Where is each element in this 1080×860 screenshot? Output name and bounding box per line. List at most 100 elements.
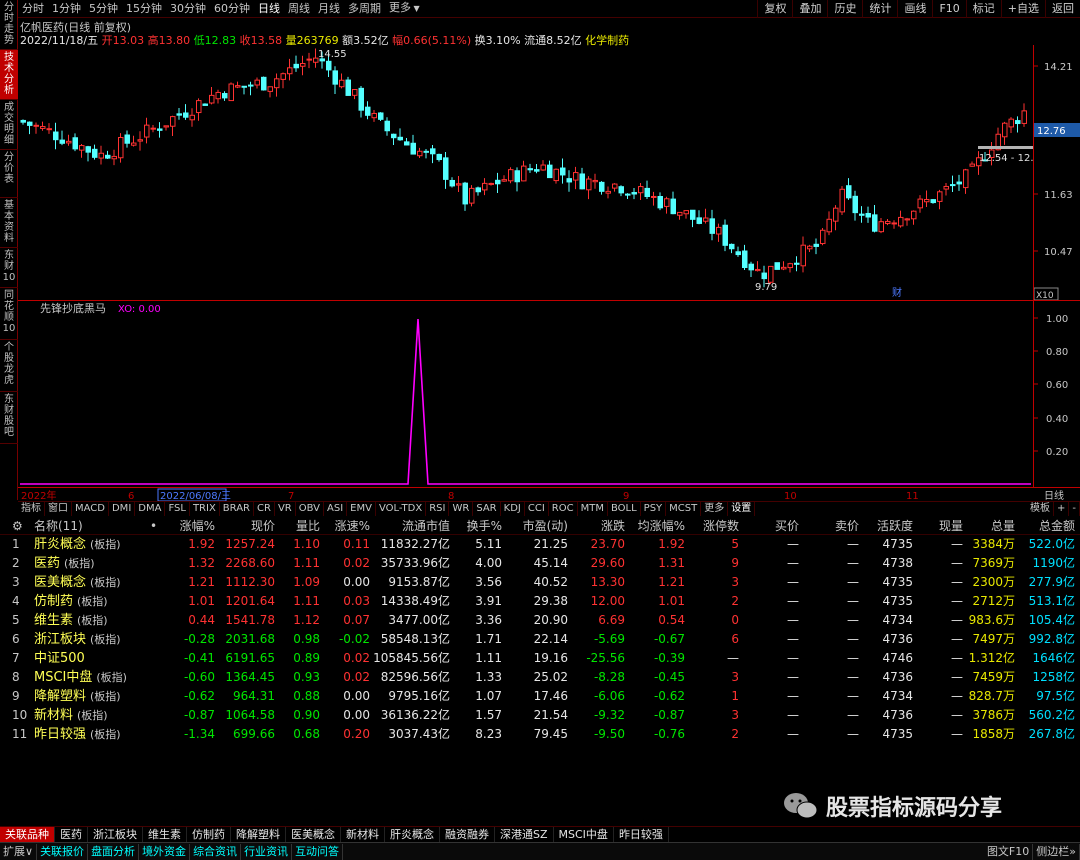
indicator-tab[interactable]: KDJ bbox=[501, 502, 525, 516]
col-speed[interactable]: 涨速% bbox=[320, 517, 370, 534]
indicator-tab[interactable]: DMI bbox=[109, 502, 136, 516]
period-60min[interactable]: 60分钟 bbox=[210, 0, 254, 18]
indicator-tab[interactable]: BRAR bbox=[220, 502, 254, 516]
indicator-tab[interactable]: 指标 bbox=[18, 502, 45, 516]
indicator-tab[interactable]: EMV bbox=[347, 502, 376, 516]
gear-icon[interactable]: ⚙ bbox=[0, 517, 30, 534]
indicator-more[interactable]: 更多 bbox=[701, 502, 729, 516]
sidebar-toggle[interactable]: 侧边栏» bbox=[1033, 843, 1080, 860]
table-row[interactable]: 7 中证500 -0.41 6191.65 0.89 0.02 105845.56亿 1.11… bbox=[0, 649, 1080, 668]
table-row[interactable]: 2 医药 (板指) 1.32 2268.60 1.11 0.02 35733.96亿 4.00 4… bbox=[0, 554, 1080, 573]
col-limit-up[interactable]: 涨停数 bbox=[685, 517, 739, 534]
indicator-tab[interactable]: TRIX bbox=[190, 502, 220, 516]
col-ask[interactable]: 卖价 bbox=[799, 517, 859, 534]
table-row[interactable]: 4 仿制药 (板指) 1.01 1201.64 1.11 0.03 14338.49亿 3.91… bbox=[0, 592, 1080, 611]
indicator-tab[interactable]: PSY bbox=[641, 502, 667, 516]
block-tab[interactable]: 医美概念 bbox=[286, 827, 341, 842]
table-row[interactable]: 1 肝炎概念 (板指) 1.92 1257.24 1.10 0.11 11832.27亿 5.1… bbox=[0, 535, 1080, 554]
history-button[interactable]: 历史 bbox=[827, 0, 862, 18]
add-watchlist-button[interactable]: +自选 bbox=[1000, 0, 1045, 18]
indicator-tab[interactable]: 窗口 bbox=[45, 502, 72, 516]
tab-dragon-tiger[interactable]: 个股龙虎 bbox=[0, 340, 18, 392]
block-tab[interactable]: 新材料 bbox=[341, 827, 385, 842]
row-name[interactable]: 仿制药 (板指) bbox=[30, 592, 170, 611]
period-multi[interactable]: 多周期 bbox=[344, 0, 385, 18]
block-tab[interactable]: 降解塑料 bbox=[231, 827, 286, 842]
col-amount[interactable]: 总金额 bbox=[1015, 517, 1075, 534]
indicator-tab[interactable]: VR bbox=[275, 502, 296, 516]
indicator-tab[interactable]: DMA bbox=[135, 502, 166, 516]
block-tab[interactable]: 浙江板块 bbox=[88, 827, 143, 842]
table-row[interactable]: 5 维生素 (板指) 0.44 1541.78 1.12 0.07 3477.00亿 3.36 2… bbox=[0, 611, 1080, 630]
tab-trade-details[interactable]: 成交明细 bbox=[0, 100, 18, 150]
status-link[interactable]: 综合资讯 bbox=[190, 843, 242, 860]
tab-price-table[interactable]: 分价表 bbox=[0, 150, 18, 198]
row-name[interactable]: 浙江板块 (板指) bbox=[30, 630, 170, 649]
indicator-tab[interactable]: BOLL bbox=[608, 502, 641, 516]
block-tab[interactable]: MSCI中盘 bbox=[554, 827, 614, 842]
overlay-button[interactable]: 叠加 bbox=[792, 0, 827, 18]
block-tab[interactable]: 医药 bbox=[55, 827, 88, 842]
status-link[interactable]: 关联报价 bbox=[37, 843, 89, 860]
indicator-tab[interactable]: MACD bbox=[72, 502, 109, 516]
indicator-tab[interactable]: ROC bbox=[549, 502, 578, 516]
col-mcap[interactable]: 流通市值 bbox=[370, 517, 450, 534]
row-name[interactable]: 肝炎概念 (板指) bbox=[30, 535, 170, 554]
row-name[interactable]: 医美概念 (板指) bbox=[30, 573, 170, 592]
col-turnover[interactable]: 换手% bbox=[450, 517, 502, 534]
col-avg-pct[interactable]: 均涨幅% bbox=[625, 517, 685, 534]
tab-guba[interactable]: 东财股吧 bbox=[0, 392, 18, 444]
row-name[interactable]: 降解塑料 (板指) bbox=[30, 687, 170, 706]
table-row[interactable]: 6 浙江板块 (板指) -0.28 2031.68 0.98 -0.02 58548.13亿 1… bbox=[0, 630, 1080, 649]
block-tab[interactable]: 仿制药 bbox=[187, 827, 231, 842]
f10-button[interactable]: F10 bbox=[932, 0, 965, 18]
table-row[interactable]: 11 昨日较强 (板指) -1.34 699.66 0.68 0.20 3037.43亿 8.2… bbox=[0, 725, 1080, 744]
period-15min[interactable]: 15分钟 bbox=[122, 0, 166, 18]
col-total-vol[interactable]: 总量 bbox=[963, 517, 1015, 534]
mark-button[interactable]: 标记 bbox=[965, 0, 1001, 18]
indicator-tab[interactable]: FSL bbox=[165, 502, 190, 516]
tab-ths10[interactable]: 同花顺10 bbox=[0, 288, 18, 340]
indicator-tab[interactable]: MTM bbox=[578, 502, 608, 516]
period-5min[interactable]: 5分钟 bbox=[85, 0, 122, 18]
period-monthly[interactable]: 月线 bbox=[314, 0, 344, 18]
tab-intraday[interactable]: 分时走势 bbox=[0, 0, 18, 50]
restore-rights-button[interactable]: 复权 bbox=[757, 0, 792, 18]
kline-chart[interactable]: 14.55 9.79 12.54 - 12.6 财 bbox=[18, 45, 1040, 300]
block-tab[interactable]: 肝炎概念 bbox=[385, 827, 440, 842]
col-cur-vol[interactable]: 现量 bbox=[913, 517, 963, 534]
back-button[interactable]: 返回 bbox=[1045, 0, 1080, 18]
stats-button[interactable]: 统计 bbox=[862, 0, 897, 18]
col-chg[interactable]: 涨跌 bbox=[568, 517, 625, 534]
indicator-tab[interactable]: VOL-TDX bbox=[376, 502, 427, 516]
indicator-tab[interactable]: RSI bbox=[426, 502, 450, 516]
block-tab[interactable]: 深港通SZ bbox=[495, 827, 554, 842]
period-30min[interactable]: 30分钟 bbox=[166, 0, 210, 18]
col-activity[interactable]: 活跃度 bbox=[859, 517, 913, 534]
block-tab[interactable]: 昨日较强 bbox=[614, 827, 669, 842]
col-pe[interactable]: 市盈(动) bbox=[502, 517, 568, 534]
col-bid[interactable]: 买价 bbox=[739, 517, 799, 534]
tab-technical-analysis[interactable]: 技术分析 bbox=[0, 50, 18, 100]
add-indicator-button[interactable]: + bbox=[1054, 502, 1070, 516]
col-name[interactable]: 名称(11) bbox=[30, 517, 150, 534]
block-tab[interactable]: 融资融券 bbox=[440, 827, 495, 842]
indicator-tab[interactable]: MCST bbox=[666, 502, 702, 516]
table-row[interactable]: 8 MSCI中盘 (板指) -0.60 1364.45 0.93 0.02 82596.56亿… bbox=[0, 668, 1080, 687]
table-row[interactable]: 10 新材料 (板指) -0.87 1064.58 0.90 0.00 36136.22亿 1.… bbox=[0, 706, 1080, 725]
period-1min[interactable]: 1分钟 bbox=[48, 0, 85, 18]
tab-basic-info[interactable]: 基本资料 bbox=[0, 198, 18, 248]
period-more[interactable]: 更多 ▼ bbox=[385, 0, 424, 18]
block-tab-related[interactable]: 关联品种 bbox=[0, 827, 55, 842]
status-link[interactable]: 境外资金 bbox=[139, 843, 191, 860]
indicator-tab[interactable]: CR bbox=[254, 502, 275, 516]
indicator-settings[interactable]: 设置 bbox=[728, 502, 756, 516]
indicator-tab[interactable]: WR bbox=[449, 502, 474, 516]
row-name[interactable]: MSCI中盘 (板指) bbox=[30, 668, 170, 687]
row-name[interactable]: 中证500 bbox=[30, 649, 170, 668]
col-vol-ratio[interactable]: 量比 bbox=[275, 517, 320, 534]
status-link[interactable]: 盘面分析 bbox=[88, 843, 140, 860]
period-fenshi[interactable]: 分时 bbox=[18, 0, 48, 18]
period-daily[interactable]: 日线 bbox=[254, 0, 284, 18]
f10-link[interactable]: 图文F10 bbox=[984, 843, 1034, 860]
